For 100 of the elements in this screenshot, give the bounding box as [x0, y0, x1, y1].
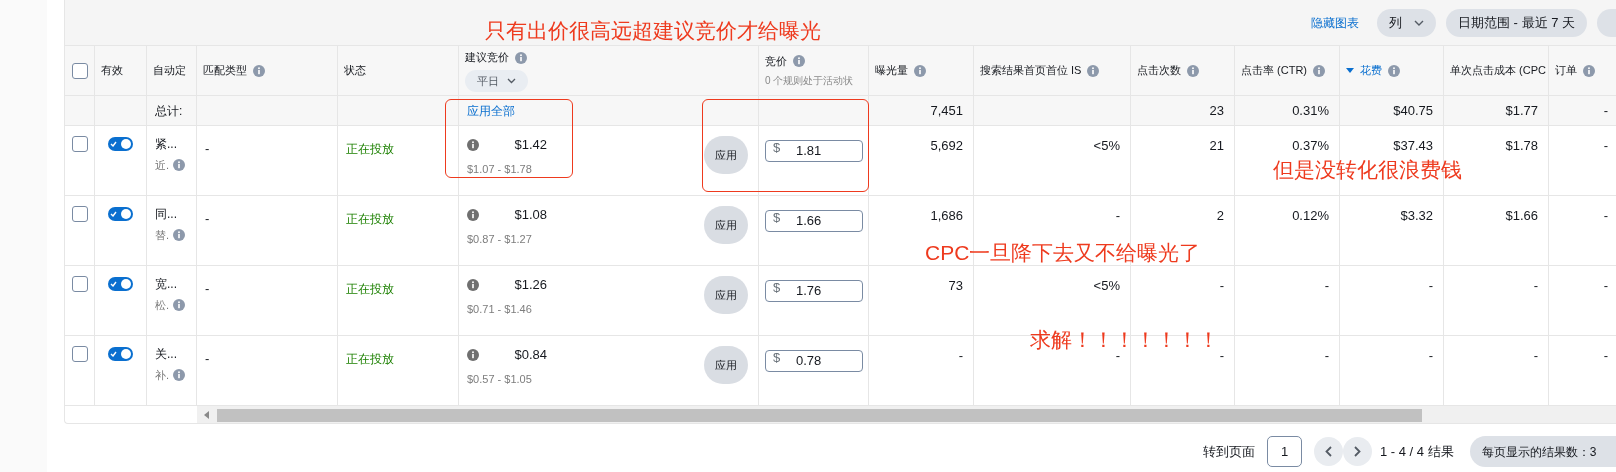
info-icon[interactable] — [793, 55, 805, 67]
info-icon[interactable] — [253, 64, 265, 77]
info-icon[interactable] — [173, 159, 186, 172]
weekday-dropdown[interactable]: 平日 — [465, 69, 528, 92]
total-value: 7,451 — [930, 101, 963, 120]
orders-value: - — [1603, 277, 1608, 295]
info-icon[interactable] — [467, 208, 479, 221]
info-icon[interactable] — [1313, 64, 1325, 77]
info-icon[interactable] — [1583, 64, 1595, 77]
suggested-bid: $1.08 — [514, 206, 547, 224]
chevron-left-icon — [1325, 446, 1332, 458]
handwritten-annotation: 但是没转化很浪费钱 — [1273, 157, 1462, 183]
column-header[interactable]: 建议竞价 — [465, 49, 509, 66]
total-value: 0.31% — [1292, 101, 1329, 120]
toggle-switch[interactable] — [108, 137, 133, 151]
check-icon — [110, 141, 117, 147]
info-icon[interactable] — [1388, 64, 1400, 77]
scrollbar-thumb[interactable] — [217, 408, 1422, 422]
spend-value: $37.43 — [1393, 137, 1433, 155]
suggested-bid: $1.42 — [514, 136, 547, 154]
page-size-dropdown[interactable]: 每页显示的结果数：3 — [1469, 436, 1616, 468]
info-icon[interactable] — [914, 64, 926, 77]
info-icon[interactable] — [173, 229, 186, 242]
toggle-switch[interactable] — [108, 277, 133, 291]
column-header[interactable]: 曝光量 — [875, 62, 908, 79]
status-text: 正在投放 — [346, 212, 394, 226]
targeting-name: 宽... — [155, 276, 178, 293]
orders-value: - — [1603, 137, 1608, 155]
bid-range: $1.07 - $1.78 — [467, 161, 533, 177]
bid-range: $0.57 - $1.05 — [467, 371, 533, 387]
checkbox[interactable] — [71, 206, 88, 222]
chevron-down-icon — [1414, 19, 1424, 26]
date-range-button[interactable]: 日期范围 - 最近 7 天 — [1446, 8, 1587, 37]
match-type: - — [205, 351, 210, 366]
toggle-switch[interactable] — [108, 207, 133, 221]
column-header[interactable]: 状态 — [344, 62, 366, 79]
column-header[interactable]: 订单 — [1555, 62, 1577, 79]
currency-symbol: $ — [773, 210, 781, 226]
toggle-switch[interactable] — [108, 347, 133, 361]
apply-button[interactable]: 应用 — [704, 136, 748, 174]
column-header[interactable]: 花费 — [1360, 62, 1382, 79]
ctr-value: 0.12% — [1292, 207, 1329, 225]
targeting-name: 紧... — [155, 136, 178, 153]
orders-value: - — [1603, 207, 1608, 225]
apply-button[interactable]: 应用 — [704, 276, 748, 314]
info-icon[interactable] — [173, 299, 186, 312]
previous-page-button[interactable] — [1314, 437, 1343, 467]
bid-range: $0.71 - $1.46 — [467, 301, 533, 317]
targeting-name: 同... — [155, 206, 178, 223]
clicks-value: 2 — [1216, 207, 1224, 225]
columns-dropdown[interactable]: 列 — [1377, 8, 1436, 37]
go-to-page-label: 转到页面 — [1203, 442, 1255, 461]
column-header[interactable]: 匹配类型 — [203, 62, 247, 79]
checkbox[interactable] — [71, 276, 88, 292]
info-icon[interactable] — [1087, 64, 1100, 77]
next-page-button[interactable] — [1343, 437, 1372, 467]
match-type: - — [205, 141, 210, 156]
clicks-value: 21 — [1209, 137, 1224, 155]
column-header[interactable]: 单次点击成本 (CPC — [1450, 62, 1546, 79]
status-text: 正在投放 — [346, 142, 394, 156]
ctr-value: - — [1324, 347, 1329, 365]
info-icon[interactable] — [467, 278, 479, 291]
checkbox[interactable] — [71, 136, 88, 152]
chevron-down-icon — [507, 77, 516, 84]
apply-button[interactable]: 应用 — [704, 206, 748, 244]
column-header[interactable]: 点击率 (CTR) — [1241, 62, 1307, 79]
apply-all-link[interactable]: 应用全部 — [467, 101, 515, 120]
cpc-value: - — [1533, 277, 1538, 295]
info-icon[interactable] — [515, 51, 527, 64]
hide-chart-link[interactable]: 隐藏图表 — [1311, 13, 1359, 32]
column-header[interactable]: 有效 — [101, 62, 123, 79]
impressions-value: - — [958, 347, 963, 365]
targeting-detail: 补. — [155, 368, 170, 383]
cpc-value: - — [1533, 347, 1538, 365]
match-type: - — [205, 211, 210, 226]
checkbox[interactable] — [71, 62, 88, 79]
top-of-search-value: <5% — [1093, 137, 1120, 155]
page-input[interactable]: 1 — [1267, 436, 1302, 468]
totals-label: 总计: — [155, 102, 183, 120]
apply-button[interactable]: 应用 — [704, 346, 748, 384]
info-icon[interactable] — [467, 138, 479, 151]
match-type: - — [205, 281, 210, 296]
info-icon[interactable] — [467, 348, 479, 361]
currency-symbol: $ — [773, 280, 781, 296]
handwritten-annotation: CPC一旦降下去又不给曝光了 — [925, 240, 1201, 266]
column-header[interactable]: 自动定 — [153, 62, 186, 79]
impressions-value: 1,686 — [930, 207, 963, 225]
info-icon[interactable] — [1187, 64, 1199, 77]
chevron-right-icon — [1354, 446, 1361, 458]
column-header[interactable]: 点击次数 — [1137, 62, 1181, 79]
spend-value: $3.32 — [1400, 207, 1433, 225]
info-icon[interactable] — [173, 369, 186, 382]
cpc-value: $1.78 — [1505, 137, 1538, 155]
column-header[interactable]: 竞价 — [765, 52, 787, 70]
checkbox[interactable] — [71, 346, 88, 362]
total-value: $1.77 — [1505, 101, 1538, 120]
check-icon — [110, 351, 117, 357]
horizontal-scrollbar[interactable] — [197, 406, 1616, 424]
column-header[interactable]: 搜索结果首页首位 IS — [980, 62, 1082, 79]
total-value: $40.75 — [1393, 101, 1433, 120]
